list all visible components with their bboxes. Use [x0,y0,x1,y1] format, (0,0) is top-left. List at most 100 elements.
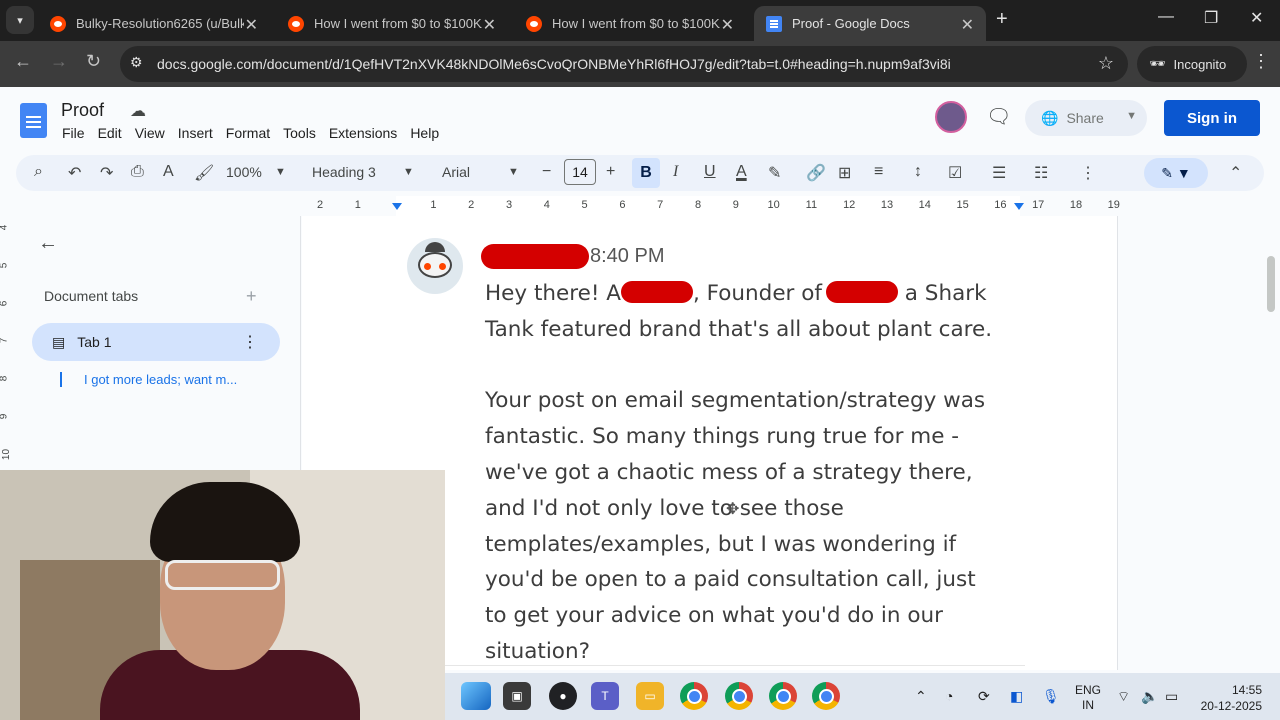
chevron-up-icon[interactable]: ⌃ [915,688,927,705]
minimize-icon[interactable]: — [1158,8,1174,26]
forward-arrow-icon[interactable]: → [50,51,68,72]
search-icon[interactable]: ⌕ [34,163,43,181]
menu-extensions[interactable]: Extensions [329,125,397,141]
increase-font-size-icon[interactable]: + [606,163,615,181]
ruler-number: 8 [694,199,702,211]
style-select[interactable]: Heading 3 [312,164,376,180]
tab-options-icon[interactable]: ⋮ [242,332,258,352]
teams-icon[interactable]: T [591,682,619,710]
add-comment-icon[interactable]: ⊞ [838,163,851,183]
omnibox[interactable]: ⚙ docs.google.com/document/d/1QefHVT2nXV… [120,46,1128,82]
ruler-number: 6 [619,199,626,211]
chrome-icon[interactable] [769,682,797,710]
file-explorer-icon[interactable]: ▭ [636,682,664,710]
url-text[interactable]: docs.google.com/document/d/1QefHVT2nXVK4… [157,56,951,72]
ruler-number: 7 [0,338,9,344]
volume-icon[interactable]: 🔈 [1141,688,1158,705]
horizontal-ruler[interactable]: 2 1 1 2 3 4 5 6 7 8 9 10 11 12 13 14 15 16 17 18 19 [302,196,1120,216]
browser-tab[interactable]: How I went from $0 to $100K/m ✕ [276,6,508,41]
chevron-down-icon[interactable]: ▼ [403,166,414,178]
task-view-icon[interactable]: ▣ [503,682,531,710]
text-color-icon[interactable]: A [736,163,747,181]
tab-search-button[interactable]: ▾ [6,6,34,34]
paint-format-icon[interactable]: 🖌 [194,163,214,183]
left-indent-marker[interactable] [392,203,402,210]
zoom-select[interactable]: 100% [226,164,262,180]
chevron-down-icon[interactable]: ▼ [508,166,519,178]
incognito-badge[interactable]: 🕶 Incognito [1137,46,1247,82]
bold-button[interactable]: B [632,158,660,188]
site-info-icon[interactable]: ⚙ [130,54,143,71]
menu-format[interactable]: Format [226,125,270,141]
widgets-icon[interactable] [461,682,491,710]
undo-icon[interactable]: ↶ [68,163,81,183]
microphone-icon[interactable]: 🎙 [1042,688,1060,705]
more-options-icon[interactable]: ⋮ [1080,163,1096,183]
sidebar-item-tab-1[interactable]: ▤ Tab 1 ⋮ [32,323,280,361]
menu-view[interactable]: View [135,125,165,141]
new-tab-icon[interactable]: + [996,8,1008,31]
sign-in-button[interactable]: Sign in [1164,100,1260,136]
chrome-icon[interactable] [812,682,840,710]
browser-tab[interactable]: How I went from $0 to $100K/m ✕ [514,6,746,41]
wifi-icon[interactable]: ⌔ [1117,688,1130,706]
close-tab-icon[interactable]: ✕ [721,15,734,35]
numbered-list-icon[interactable]: ☷ [1034,163,1048,183]
document-title[interactable]: Proof [61,100,104,121]
close-tab-icon[interactable]: ✕ [245,15,258,35]
font-size-input[interactable]: 14 [564,159,596,185]
google-docs-logo-icon[interactable] [20,103,47,138]
close-tab-icon[interactable]: ✕ [961,15,974,35]
font-select[interactable]: Arial [442,164,470,180]
language-indicator[interactable]: ENG IN [1075,683,1101,713]
reload-icon[interactable]: ↻ [86,51,101,72]
italic-icon[interactable]: I [673,163,678,181]
outline-heading-link[interactable]: I got more leads; want m... [60,372,237,387]
menu-edit[interactable]: Edit [98,125,122,141]
print-icon[interactable]: ⎙ [131,163,144,181]
link-icon[interactable]: 🔗 [806,163,826,183]
browser-tab[interactable]: Bulky-Resolution6265 (u/Bulky- ✕ [38,6,270,41]
right-indent-marker[interactable] [1014,203,1024,210]
hide-menus-chevron-icon[interactable]: ⌃ [1229,163,1242,183]
obs-icon[interactable]: ● [549,682,577,710]
decrease-font-size-icon[interactable]: − [542,163,551,181]
highlight-icon[interactable]: ✎ [768,163,781,183]
close-window-icon[interactable]: ✕ [1250,8,1263,28]
chevron-down-icon[interactable]: ▼ [1126,110,1137,122]
redo-icon[interactable]: ↷ [100,163,113,183]
browser-menu-icon[interactable]: ⋮ [1252,51,1270,72]
battery-icon[interactable]: ▭ [1165,688,1178,705]
back-arrow-icon[interactable]: ← [38,232,58,255]
share-button[interactable]: 🌐 Share ▼ [1025,100,1147,136]
chrome-icon[interactable] [725,682,753,710]
chevron-down-icon[interactable]: ▼ [275,166,286,178]
browser-tab-active[interactable]: Proof - Google Docs ✕ [754,6,986,41]
menu-help[interactable]: Help [410,125,439,141]
editing-mode-button[interactable]: ✎ ▼ [1144,158,1208,188]
menu-file[interactable]: File [62,125,85,141]
tray-app-icon[interactable]: ◧ [1010,688,1023,705]
spellcheck-icon[interactable]: A [163,163,174,181]
ruler-number: 9 [0,414,9,420]
tray-app-icon[interactable]: ◔ [945,688,953,704]
line-spacing-icon[interactable]: ↕ [914,163,922,181]
align-icon[interactable]: ≡ [874,163,883,181]
avatar[interactable] [935,101,967,133]
comments-icon[interactable]: 🗨 [986,104,1011,129]
cloud-saved-icon[interactable]: ☁ [130,101,146,121]
back-arrow-icon[interactable]: ← [14,51,32,72]
close-tab-icon[interactable]: ✕ [483,15,496,35]
underline-icon[interactable]: U [704,163,716,181]
system-clock[interactable]: 14:55 20-12-2025 [1196,682,1262,714]
add-tab-icon[interactable]: + [246,286,257,307]
restore-icon[interactable]: ❐ [1204,8,1218,28]
bookmark-star-icon[interactable]: ☆ [1098,53,1114,74]
scrollbar[interactable] [1267,256,1275,312]
menu-insert[interactable]: Insert [178,125,213,141]
menu-tools[interactable]: Tools [283,125,316,141]
chrome-icon[interactable] [680,682,708,710]
tray-sync-icon[interactable]: ⟳ [978,688,990,705]
bulleted-list-icon[interactable]: ☰ [992,163,1006,183]
checklist-icon[interactable]: ☑ [948,163,962,183]
